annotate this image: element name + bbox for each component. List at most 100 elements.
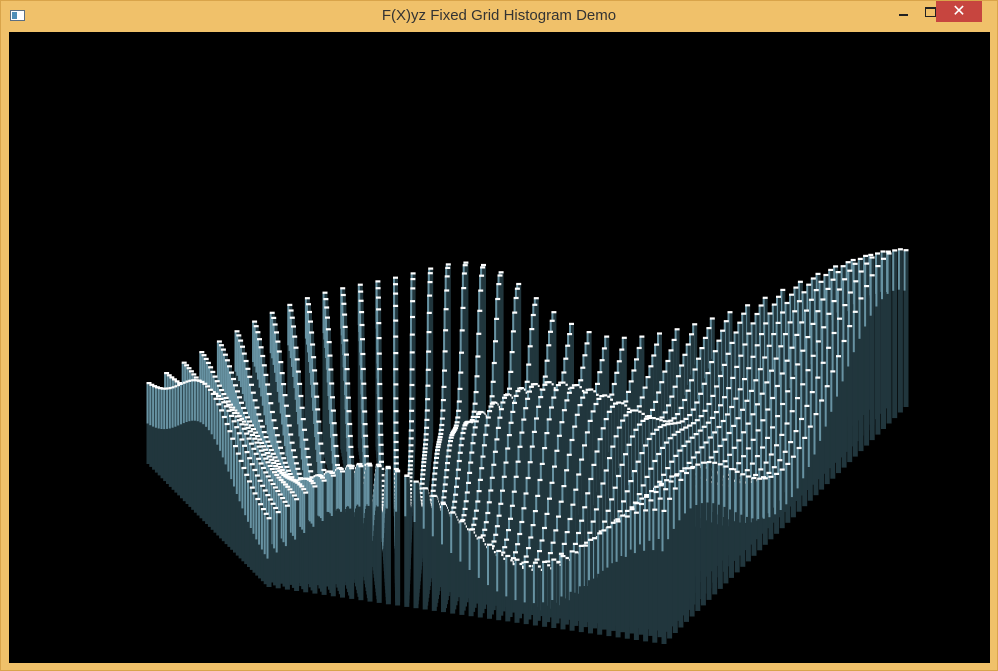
histogram-bar-top bbox=[240, 345, 245, 348]
histogram-bar-top bbox=[472, 517, 478, 520]
histogram-bar-top bbox=[582, 506, 588, 509]
histogram-bar-top bbox=[754, 455, 760, 458]
histogram-bar-top bbox=[813, 413, 819, 416]
histogram-bar-top bbox=[251, 428, 256, 431]
histogram-bar-top bbox=[324, 306, 330, 309]
histogram-bar-top bbox=[723, 320, 729, 323]
histogram-bar-top bbox=[797, 280, 803, 283]
histogram-bar-top bbox=[216, 403, 222, 406]
histogram-bar-top bbox=[410, 300, 416, 303]
histogram-bar-top bbox=[407, 472, 413, 475]
histogram-bar-top bbox=[473, 509, 479, 512]
histogram-bar-top bbox=[564, 469, 570, 472]
histogram-bar-top bbox=[261, 453, 266, 456]
histogram-bar-face bbox=[220, 350, 223, 390]
histogram-bar-top bbox=[437, 438, 443, 441]
histogram-bar-top bbox=[409, 383, 415, 387]
histogram-bar-top bbox=[616, 426, 622, 429]
histogram-bar-top bbox=[313, 382, 319, 385]
histogram-viewport[interactable] bbox=[9, 32, 990, 663]
window-title: F(X)yz Fixed Grid Histogram Demo bbox=[381, 7, 617, 24]
histogram-bar-top bbox=[435, 449, 440, 452]
histogram-bar-top bbox=[282, 394, 288, 397]
histogram-bar-top bbox=[835, 271, 841, 274]
histogram-bar-face bbox=[244, 475, 247, 516]
histogram-bar-top bbox=[272, 456, 278, 459]
histogram-bar-top bbox=[303, 438, 309, 441]
title-bar[interactable]: F(X)yz Fixed Grid Histogram Demo ✕ bbox=[1, 1, 997, 31]
histogram-canvas[interactable] bbox=[9, 32, 990, 663]
histogram-bar-top bbox=[530, 524, 536, 527]
histogram-bar-top bbox=[556, 434, 562, 437]
histogram-bar-top bbox=[667, 437, 673, 440]
histogram-bar-top bbox=[864, 285, 870, 288]
histogram-bar-top bbox=[808, 298, 814, 301]
histogram-bar-top bbox=[648, 467, 654, 470]
histogram-bar-top bbox=[741, 312, 747, 315]
histogram-bar-top bbox=[316, 420, 322, 423]
histogram-bar-top bbox=[642, 386, 648, 389]
histogram-bar-top bbox=[609, 498, 615, 501]
histogram-bar-top bbox=[513, 475, 519, 478]
histogram-bar-top bbox=[767, 312, 773, 315]
histogram-bar-top bbox=[750, 413, 756, 416]
histogram-bar-top bbox=[836, 355, 841, 358]
histogram-bar-top bbox=[682, 398, 688, 402]
histogram-bar-face bbox=[729, 469, 731, 510]
histogram-bar-top bbox=[322, 291, 328, 294]
histogram-bar-top bbox=[476, 332, 482, 335]
histogram-bar-top bbox=[265, 383, 271, 386]
histogram-bar-top bbox=[292, 456, 298, 459]
histogram-bar-top bbox=[754, 344, 760, 347]
histogram-bar-face bbox=[706, 462, 709, 503]
histogram-bar-top bbox=[523, 407, 529, 410]
minimize-button[interactable] bbox=[889, 2, 917, 22]
histogram-bar-top bbox=[644, 475, 650, 478]
histogram-bar-top bbox=[533, 297, 539, 300]
histogram-bar-top bbox=[431, 484, 437, 487]
histogram-bar-top bbox=[643, 417, 649, 420]
histogram-bar-top bbox=[753, 379, 759, 382]
histogram-bar-face bbox=[238, 461, 241, 502]
histogram-bar-top bbox=[765, 408, 771, 411]
histogram-bar-top bbox=[334, 454, 340, 458]
maximize-icon bbox=[925, 7, 936, 17]
histogram-bar-top bbox=[327, 354, 333, 357]
histogram-bar-top bbox=[510, 330, 516, 333]
histogram-bar-top bbox=[410, 315, 415, 319]
histogram-bar-top bbox=[734, 365, 740, 368]
histogram-bar-top bbox=[278, 361, 284, 364]
close-button[interactable]: ✕ bbox=[936, 1, 982, 22]
histogram-bar-top bbox=[271, 316, 277, 319]
histogram-bar-top bbox=[461, 287, 467, 290]
histogram-bar-top bbox=[515, 460, 521, 463]
histogram-bar-top bbox=[780, 311, 786, 314]
histogram-bar-top bbox=[454, 485, 459, 488]
histogram-bar-top bbox=[869, 256, 875, 259]
histogram-bar-top bbox=[422, 447, 428, 450]
histogram-bar-top bbox=[288, 433, 294, 436]
histogram-bar-top bbox=[485, 416, 491, 419]
histogram-bar-top bbox=[790, 376, 796, 380]
histogram-bar-top bbox=[239, 423, 245, 426]
histogram-bar-top bbox=[345, 396, 351, 399]
histogram-bar-top bbox=[378, 422, 384, 425]
histogram-bar-top bbox=[574, 413, 580, 416]
histogram-bar-top bbox=[668, 349, 674, 352]
histogram-bar-top bbox=[393, 410, 399, 413]
histogram-bar-top bbox=[285, 414, 291, 417]
histogram-bar-top bbox=[483, 433, 489, 436]
histogram-bar-top bbox=[669, 395, 675, 398]
histogram-bar-top bbox=[257, 438, 263, 441]
histogram-bar-top bbox=[650, 432, 656, 435]
histogram-bar-top bbox=[232, 411, 238, 415]
histogram-bar-top bbox=[325, 328, 331, 331]
histogram-bar-top bbox=[580, 366, 586, 369]
histogram-bar-top bbox=[319, 452, 325, 455]
histogram-bar-top bbox=[597, 371, 603, 374]
histogram-bar-face bbox=[207, 390, 210, 431]
histogram-bar-top bbox=[665, 467, 671, 470]
histogram-bar-top bbox=[243, 359, 249, 363]
histogram-bar-face bbox=[826, 348, 829, 389]
histogram-bar-top bbox=[317, 431, 323, 435]
